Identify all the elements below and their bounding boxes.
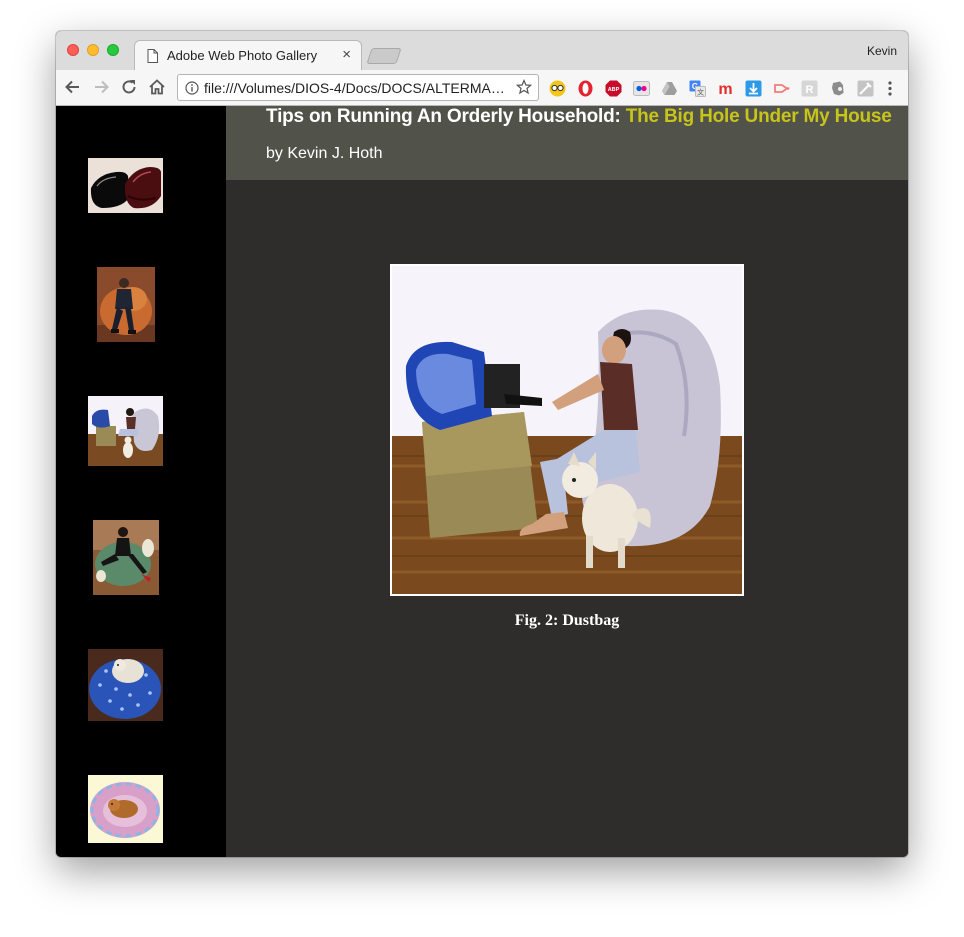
url-text[interactable]: file:///Volumes/DIOS-4/Docs/DOCS/ALTERMA… bbox=[204, 80, 509, 96]
browser-window: Adobe Web Photo Gallery × Kevin file:///… bbox=[56, 31, 908, 857]
new-tab-button[interactable] bbox=[366, 48, 402, 64]
svg-text:文: 文 bbox=[697, 88, 704, 97]
thumbnail-shoes[interactable] bbox=[88, 158, 163, 213]
drive-extension-icon[interactable] bbox=[661, 80, 678, 97]
thumbnail-sidebar bbox=[56, 106, 226, 857]
glasses-extension-icon[interactable] bbox=[549, 80, 566, 97]
svg-text:R: R bbox=[806, 84, 814, 96]
reload-icon[interactable] bbox=[119, 77, 139, 97]
page-title: Tips on Running An Orderly Household: Th… bbox=[266, 106, 892, 128]
byline: by Kevin J. Hoth bbox=[266, 145, 383, 162]
thumbnail-woman-green-beanbag[interactable] bbox=[93, 520, 159, 595]
page-title-accent: The Big Hole Under My House bbox=[625, 106, 892, 127]
tab-active[interactable]: Adobe Web Photo Gallery × bbox=[134, 40, 362, 71]
menu-dots-icon[interactable] bbox=[885, 80, 895, 97]
tab-title: Adobe Web Photo Gallery bbox=[167, 48, 318, 63]
download-extension-icon[interactable] bbox=[745, 80, 762, 97]
forward-arrow-icon[interactable] bbox=[91, 77, 111, 97]
document-icon bbox=[147, 49, 158, 63]
opera-extension-icon[interactable] bbox=[577, 80, 594, 97]
window-minimize-button[interactable] bbox=[87, 44, 99, 56]
m-extension-icon[interactable]: m bbox=[717, 80, 734, 97]
address-bar[interactable]: file:///Volumes/DIOS-4/Docs/DOCS/ALTERMA… bbox=[177, 74, 539, 101]
window-maximize-button[interactable] bbox=[107, 44, 119, 56]
svg-text:m: m bbox=[718, 81, 732, 97]
bookmark-star-icon[interactable] bbox=[516, 79, 532, 95]
thumbnail-man-beanbag[interactable] bbox=[97, 267, 155, 342]
main-content: Fig. 2: Dustbag bbox=[226, 180, 908, 857]
google-translate-extension-icon[interactable]: G 文 bbox=[689, 80, 706, 97]
tools-extension-icon[interactable] bbox=[857, 80, 874, 97]
adblock-plus-extension-icon[interactable]: ABP bbox=[605, 80, 622, 97]
page-title-main: Tips on Running An Orderly Household: bbox=[266, 106, 621, 127]
title-bar: Adobe Web Photo Gallery × Kevin bbox=[56, 31, 908, 71]
browser-toolbar: file:///Volumes/DIOS-4/Docs/DOCS/ALTERMA… bbox=[56, 70, 908, 106]
profile-name[interactable]: Kevin bbox=[867, 44, 897, 58]
photo-caption: Fig. 2: Dustbag bbox=[514, 612, 620, 629]
svg-text:ABP: ABP bbox=[608, 87, 620, 93]
evernote-extension-icon[interactable] bbox=[829, 80, 846, 97]
main-photo bbox=[390, 264, 744, 596]
arrow-extension-icon[interactable] bbox=[773, 80, 790, 97]
info-icon[interactable] bbox=[185, 81, 199, 95]
back-arrow-icon[interactable] bbox=[63, 77, 83, 97]
r-extension-icon[interactable]: R bbox=[801, 80, 818, 97]
page-header: Tips on Running An Orderly Household: Th… bbox=[226, 106, 908, 180]
window-close-button[interactable] bbox=[67, 44, 79, 56]
thumbnail-dog-blue-beanbag[interactable] bbox=[88, 649, 163, 721]
flickr-extension-icon[interactable] bbox=[633, 80, 650, 97]
thumbnail-dog-pink-bed[interactable] bbox=[88, 775, 163, 843]
tab-close-icon[interactable]: × bbox=[342, 46, 351, 63]
home-icon[interactable] bbox=[147, 77, 167, 97]
thumbnail-woman-computer[interactable] bbox=[88, 396, 163, 466]
